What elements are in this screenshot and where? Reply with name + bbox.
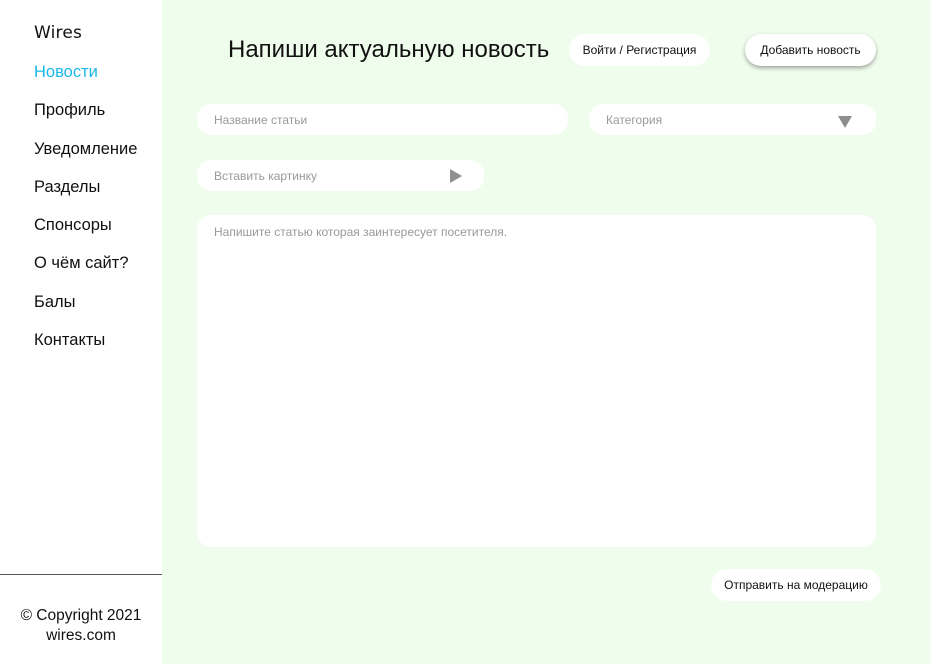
sidebar-item-about[interactable]: О чём сайт?: [34, 253, 137, 291]
insert-image-placeholder: Вставить картинку: [214, 168, 318, 183]
triangle-right-icon[interactable]: [450, 169, 462, 183]
insert-image-field[interactable]: Вставить картинку: [197, 160, 484, 191]
copyright-domain: wires.com: [46, 626, 116, 644]
article-title-input[interactable]: [214, 112, 568, 127]
sidebar-nav: Новости Профиль Уведомление Разделы Спон…: [34, 62, 137, 368]
page-title: Напиши актуальную новость: [228, 36, 550, 63]
category-select[interactable]: Категория: [589, 104, 876, 135]
triangle-down-icon[interactable]: [838, 116, 852, 128]
sidebar-item-sponsors[interactable]: Спонсоры: [34, 215, 137, 253]
sidebar-item-points[interactable]: Балы: [34, 292, 137, 330]
article-body-input[interactable]: [214, 225, 859, 537]
sidebar-item-news[interactable]: Новости: [34, 62, 137, 100]
right-edge: [931, 0, 935, 664]
sidebar-item-sections[interactable]: Разделы: [34, 177, 137, 215]
add-news-button[interactable]: Добавить новость: [745, 34, 876, 66]
copyright: © Copyright 2021 wires.com: [0, 606, 162, 645]
category-placeholder: Категория: [606, 112, 663, 127]
sidebar-item-contacts[interactable]: Контакты: [34, 330, 137, 368]
sidebar-divider: [0, 574, 162, 575]
sidebar-item-profile[interactable]: Профиль: [34, 100, 137, 138]
login-register-button[interactable]: Войти / Регистрация: [569, 34, 710, 66]
sidebar: Wires Новости Профиль Уведомление Раздел…: [0, 0, 162, 664]
article-title-field: [197, 104, 568, 135]
sidebar-item-notifications[interactable]: Уведомление: [34, 139, 137, 177]
site-logo[interactable]: Wires: [34, 23, 82, 43]
article-body-field: [197, 215, 876, 547]
submit-moderation-button[interactable]: Отправить на модерацию: [711, 569, 881, 601]
copyright-text: © Copyright 2021: [20, 607, 142, 624]
